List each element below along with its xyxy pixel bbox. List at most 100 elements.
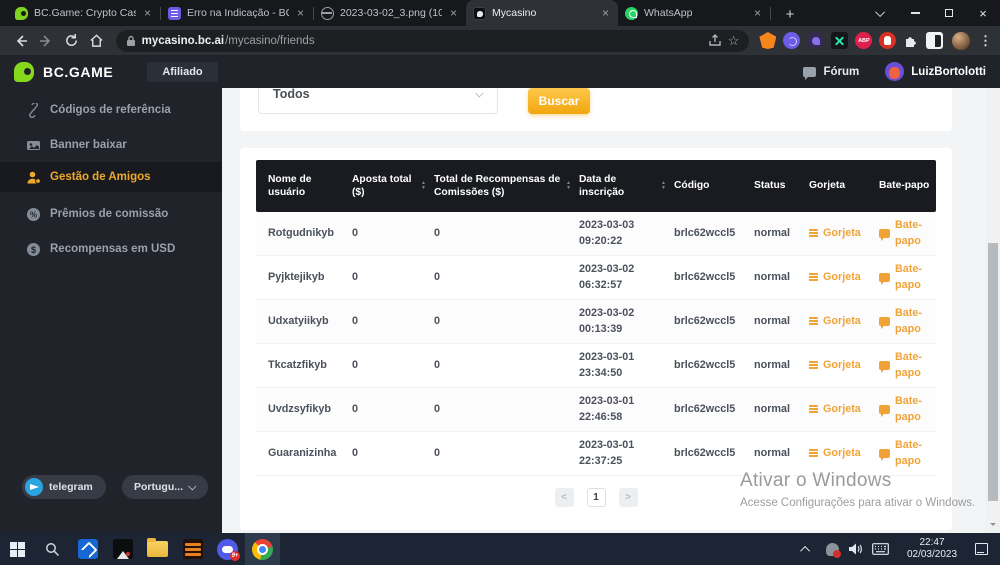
tip-link[interactable]: Gorjeta [801, 446, 871, 461]
discord-icon: 9+ [217, 539, 238, 560]
taskbar-search-button[interactable] [35, 533, 70, 565]
address-bar[interactable]: mycasino.bc.ai /mycasino/friends ☆ [116, 30, 750, 52]
purple-extension-icon[interactable] [783, 32, 800, 49]
window-close-button[interactable]: × [966, 0, 1000, 26]
tab-close-icon[interactable]: × [142, 7, 153, 19]
table-body: Rotgudnikyb 0 0 2023-03-03 09:20:22 brlc… [256, 212, 936, 476]
keyboard-icon[interactable] [872, 543, 889, 555]
telegram-button[interactable]: telegram [22, 475, 106, 499]
cell-code: brlc62wccl5 [666, 446, 746, 461]
tip-link[interactable]: Gorjeta [801, 270, 871, 285]
chat-link[interactable]: Bate-papo [871, 306, 936, 336]
tip-link[interactable]: Gorjeta [801, 402, 871, 417]
extensions-puzzle-icon[interactable] [903, 33, 919, 49]
browser-tab-whatsapp[interactable]: WhatsApp × [618, 0, 770, 26]
taskbar-app-anydesk[interactable] [70, 533, 105, 565]
window-maximize-button[interactable] [932, 0, 966, 26]
bookmark-star-icon[interactable]: ☆ [728, 33, 740, 49]
sidebar-item-commission-prizes[interactable]: % Prêmios de comissão [0, 200, 222, 228]
column-header-rewards[interactable]: Total de Recompensas de Comissões ($) ▲▼ [426, 173, 571, 200]
forum-link[interactable]: Fórum [803, 66, 859, 78]
tab-divider [770, 7, 771, 20]
taskbar-clock[interactable]: 22:47 02/03/2023 [901, 537, 963, 561]
speaker-icon[interactable] [848, 542, 863, 556]
current-page[interactable]: 1 [587, 488, 606, 507]
new-tab-button[interactable]: + [777, 2, 803, 26]
share-icon[interactable] [708, 34, 722, 47]
chat-link[interactable]: Bate-papo [871, 394, 936, 424]
tab-search-chevron-icon[interactable] [864, 0, 898, 26]
lock-icon [126, 35, 136, 47]
blocker-hand-extension-icon[interactable] [879, 32, 896, 49]
sidebar-item-friends-management[interactable]: Gestão de Amigos [0, 162, 222, 192]
brand-name[interactable]: BC.GAME [43, 64, 113, 80]
scrollbar-thumb[interactable] [988, 243, 998, 501]
bcgame-logo-icon[interactable] [14, 62, 34, 82]
column-header-bet[interactable]: Aposta total ($) ▲▼ [344, 173, 426, 200]
table-row: Tkcatzfikyb 0 0 2023-03-01 23:34:50 brlc… [256, 344, 936, 388]
taskbar-app-discord[interactable]: 9+ [210, 533, 245, 565]
search-button[interactable]: Buscar [528, 88, 590, 114]
previous-page-button[interactable]: < [555, 488, 574, 507]
forward-button[interactable] [33, 28, 58, 54]
browser-menu-icon[interactable]: ⋮ [979, 33, 992, 49]
page-scrollbar[interactable] [985, 88, 1000, 533]
taskbar-app-dark[interactable] [105, 533, 140, 565]
cell-total-bet: 0 [344, 446, 426, 461]
sidebar-item-usd-rewards[interactable]: $ Recompensas em USD [0, 235, 222, 263]
home-button[interactable] [84, 28, 109, 54]
taskbar-chrome-active[interactable] [245, 533, 280, 565]
cell-total-bet: 0 [344, 226, 426, 241]
white-square-extension-icon[interactable] [926, 32, 943, 49]
green-x-extension-icon[interactable] [831, 32, 848, 49]
tip-link[interactable]: Gorjeta [801, 358, 871, 373]
tip-link[interactable]: Gorjeta [801, 226, 871, 241]
browser-tab-erro-indicacao[interactable]: Erro na Indicação - BC.Game × [161, 0, 313, 26]
next-page-button[interactable]: > [619, 488, 638, 507]
cell-total-rewards: 0 [426, 446, 571, 461]
action-center-icon[interactable] [975, 543, 988, 555]
browser-tab-bcgame[interactable]: BC.Game: Crypto Casino Gam × [8, 0, 160, 26]
browser-tab-png[interactable]: 2023-03-02_3.png (1024×76 × [314, 0, 466, 26]
back-button[interactable] [8, 28, 33, 54]
dark-purple-extension-icon[interactable] [807, 32, 824, 49]
sidebar-item-banner-download[interactable]: Banner baixar [0, 131, 222, 159]
chat-link[interactable]: Bate-papo [871, 262, 936, 292]
tab-title: WhatsApp [644, 7, 746, 19]
hidden-icons-chevron[interactable] [800, 545, 810, 555]
column-header-date[interactable]: Data de inscrição ▲▼ [571, 173, 666, 200]
window-minimize-button[interactable] [898, 0, 932, 26]
tab-close-icon[interactable]: × [752, 7, 763, 19]
metamask-extension-icon[interactable] [759, 32, 776, 49]
taskbar-app-stripes[interactable] [175, 533, 210, 565]
start-button[interactable] [0, 533, 35, 565]
cell-username: Tkcatzfikyb [256, 358, 344, 373]
chat-link[interactable]: Bate-papo [871, 438, 936, 468]
table-row: Pyjktejikyb 0 0 2023-03-02 06:32:57 brlc… [256, 256, 936, 300]
cell-status: normal [746, 402, 801, 417]
chat-link[interactable]: Bate-papo [871, 218, 936, 248]
affiliate-tab[interactable]: Afiliado [147, 62, 217, 82]
sidebar-item-referral-codes[interactable]: Códigos de referência [0, 96, 222, 124]
tab-close-icon[interactable]: × [600, 7, 611, 19]
taskbar-file-explorer[interactable] [140, 533, 175, 565]
reload-button[interactable] [59, 28, 84, 54]
browser-tab-mycasino-active[interactable]: Mycasino × [466, 0, 618, 26]
chat-link[interactable]: Bate-papo [871, 350, 936, 380]
tab-close-icon[interactable]: × [448, 7, 459, 19]
tab-close-icon[interactable]: × [295, 7, 306, 19]
scroll-down-arrow-icon[interactable] [990, 523, 996, 529]
table-row: Uvdzsyfikyb 0 0 2023-03-01 22:46:58 brlc… [256, 388, 936, 432]
table-header: Nome de usuário Aposta total ($) ▲▼ Tota… [256, 160, 936, 212]
adblock-plus-extension-icon[interactable]: ABP [855, 32, 872, 49]
user-menu[interactable]: LuizBortolotti [885, 62, 986, 81]
language-selector[interactable]: Portugu... [122, 475, 208, 499]
windows-taskbar: 9+ 22:47 02/03/2023 [0, 533, 1000, 565]
column-header-chat: Bate-papo [871, 179, 936, 192]
tray-status-icon[interactable] [826, 543, 839, 556]
browser-profile-avatar[interactable] [952, 32, 970, 50]
blue-app-icon [78, 539, 98, 559]
tip-link[interactable]: Gorjeta [801, 314, 871, 329]
filter-dropdown[interactable]: Todos [258, 88, 498, 114]
coins-icon [809, 229, 818, 238]
